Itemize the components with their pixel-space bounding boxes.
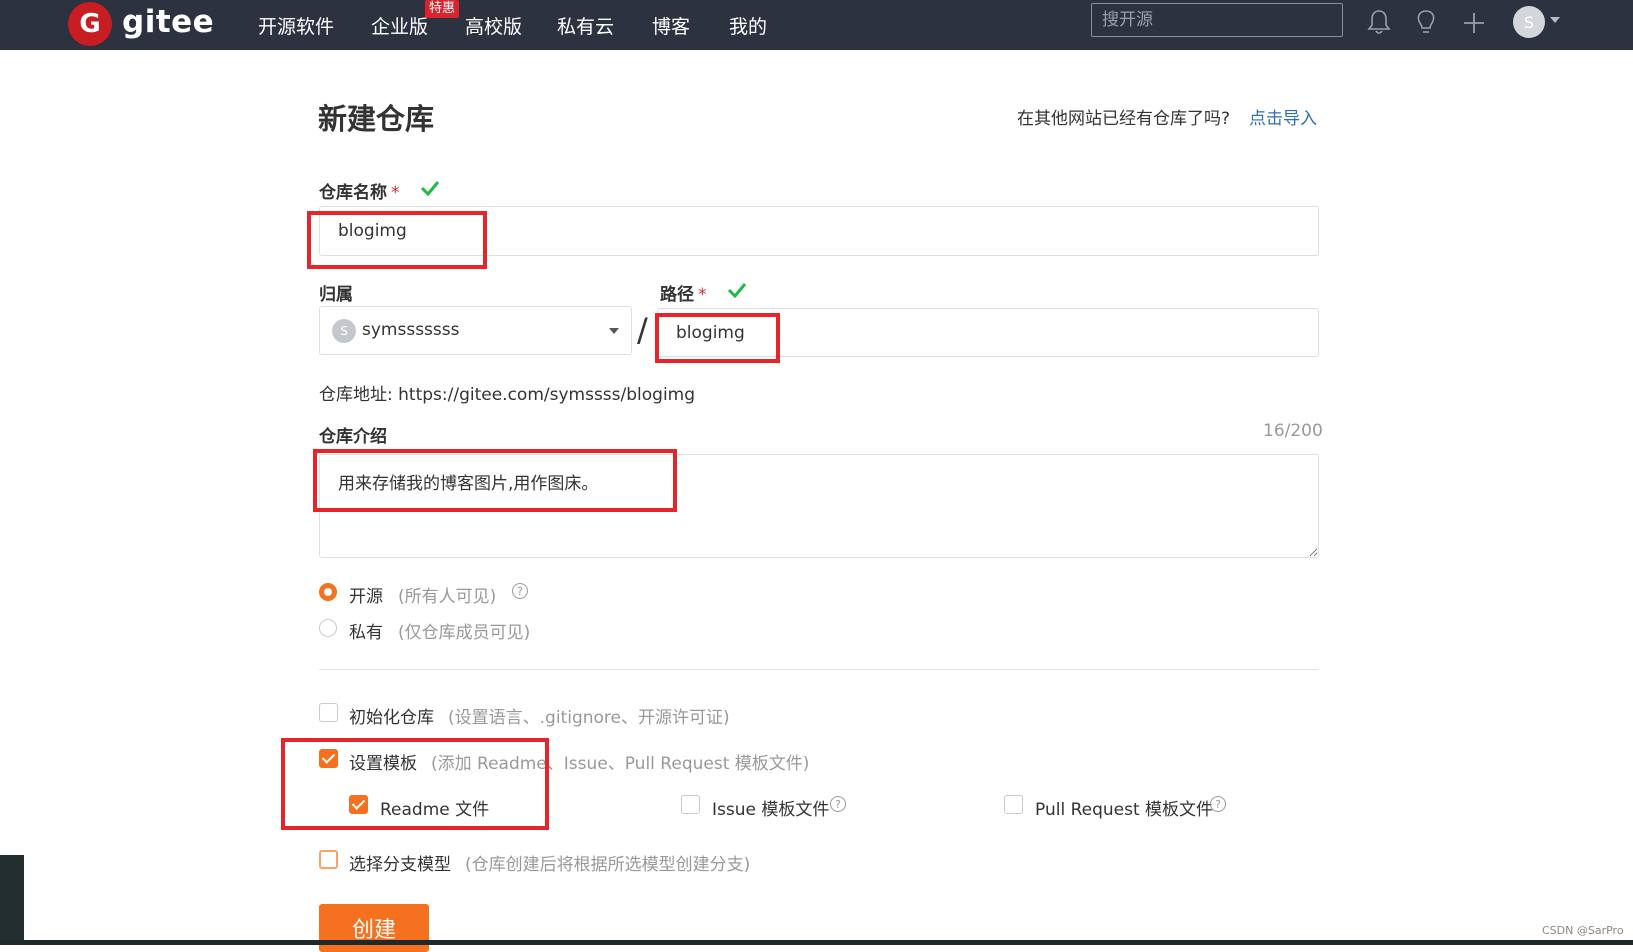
- radio-public-label[interactable]: 开源: [349, 582, 383, 607]
- owner-select-value: symsssssss: [362, 320, 460, 340]
- top-navbar: G gitee 开源软件 企业版 特惠 高校版 私有云 博客 我的 S: [0, 0, 1633, 50]
- readme-label[interactable]: Readme 文件: [380, 795, 489, 820]
- page-title: 新建仓库: [318, 102, 435, 136]
- description-counter: 16/200: [1263, 421, 1323, 441]
- radio-private[interactable]: [319, 619, 337, 637]
- required-mark: *: [391, 183, 400, 203]
- nav-promo-badge: 特惠: [425, 0, 460, 18]
- set-template-hint: (添加 Readme、Issue、Pull Request 模板文件): [431, 754, 810, 774]
- path-label: 路径 *: [660, 280, 707, 305]
- required-mark: *: [698, 285, 707, 305]
- branch-model-hint: (仓库创建后将根据所选模型创建分支): [465, 855, 751, 875]
- owner-avatar: S: [332, 319, 356, 343]
- branch-model-label[interactable]: 选择分支模型: [349, 850, 451, 875]
- branch-model-checkbox[interactable]: [319, 850, 338, 869]
- init-repo-label[interactable]: 初始化仓库: [349, 703, 434, 728]
- init-repo-checkbox[interactable]: [319, 703, 338, 722]
- watermark: CSDN @SarPro: [1542, 924, 1624, 937]
- import-hint: 在其他网站已经有仓库了吗?: [1017, 109, 1231, 129]
- plus-icon[interactable]: [1461, 8, 1487, 36]
- nav-blog[interactable]: 博客: [652, 12, 690, 39]
- owner-label: 归属: [319, 285, 353, 305]
- path-separator: /: [637, 311, 648, 349]
- repo-name-label-text: 仓库名称: [319, 183, 387, 203]
- chevron-down-icon[interactable]: [1550, 17, 1560, 23]
- repo-url: 仓库地址: https://gitee.com/symssss/blogimg: [319, 385, 696, 405]
- radio-public-hint: (所有人可见): [398, 587, 497, 607]
- nav-enterprise[interactable]: 企业版: [371, 12, 428, 39]
- search-input[interactable]: [1091, 3, 1343, 37]
- description-label: 仓库介绍: [319, 427, 387, 447]
- owner-select[interactable]: S symsssssss: [319, 306, 632, 355]
- path-label-text: 路径: [660, 285, 694, 305]
- help-icon[interactable]: ?: [830, 796, 846, 812]
- radio-private-hint: (仅仓库成员可见): [398, 623, 531, 643]
- divider: [319, 669, 1319, 670]
- init-repo-hint: (设置语言、.gitignore、开源许可证): [448, 708, 730, 728]
- issue-template-label[interactable]: Issue 模板文件: [712, 795, 829, 820]
- issue-template-checkbox[interactable]: [681, 795, 700, 814]
- gitee-logo-text[interactable]: gitee: [122, 4, 214, 40]
- nav-mine[interactable]: 我的: [729, 12, 767, 39]
- repo-name-label: 仓库名称 *: [319, 178, 400, 203]
- description-textarea[interactable]: 用来存储我的博客图片,用作图床。: [319, 454, 1319, 558]
- nav-education[interactable]: 高校版: [465, 12, 522, 39]
- chevron-down-icon: [609, 328, 619, 334]
- repo-name-input[interactable]: [319, 206, 1319, 256]
- gitee-logo-icon[interactable]: G: [68, 2, 112, 46]
- bottom-edge: [0, 940, 1633, 945]
- background-window-edge: [0, 855, 24, 945]
- pr-template-checkbox[interactable]: [1004, 795, 1023, 814]
- check-ok-icon: [420, 181, 440, 197]
- nav-open-source[interactable]: 开源软件: [258, 12, 334, 39]
- bell-icon[interactable]: [1366, 8, 1392, 36]
- set-template-label[interactable]: 设置模板: [349, 749, 417, 774]
- import-link[interactable]: 点击导入: [1249, 104, 1317, 129]
- radio-public[interactable]: [319, 583, 337, 601]
- nav-private-cloud[interactable]: 私有云: [557, 12, 614, 39]
- pr-template-label[interactable]: Pull Request 模板文件: [1035, 795, 1213, 820]
- help-icon[interactable]: ?: [1210, 796, 1226, 812]
- lightbulb-icon[interactable]: [1413, 8, 1439, 36]
- check-ok-icon: [727, 283, 747, 299]
- radio-private-label[interactable]: 私有: [349, 618, 383, 643]
- set-template-checkbox[interactable]: [319, 749, 338, 768]
- user-avatar[interactable]: S: [1513, 6, 1545, 38]
- repo-path-input[interactable]: [657, 308, 1319, 357]
- help-icon[interactable]: ?: [512, 583, 528, 599]
- readme-checkbox[interactable]: [349, 795, 368, 814]
